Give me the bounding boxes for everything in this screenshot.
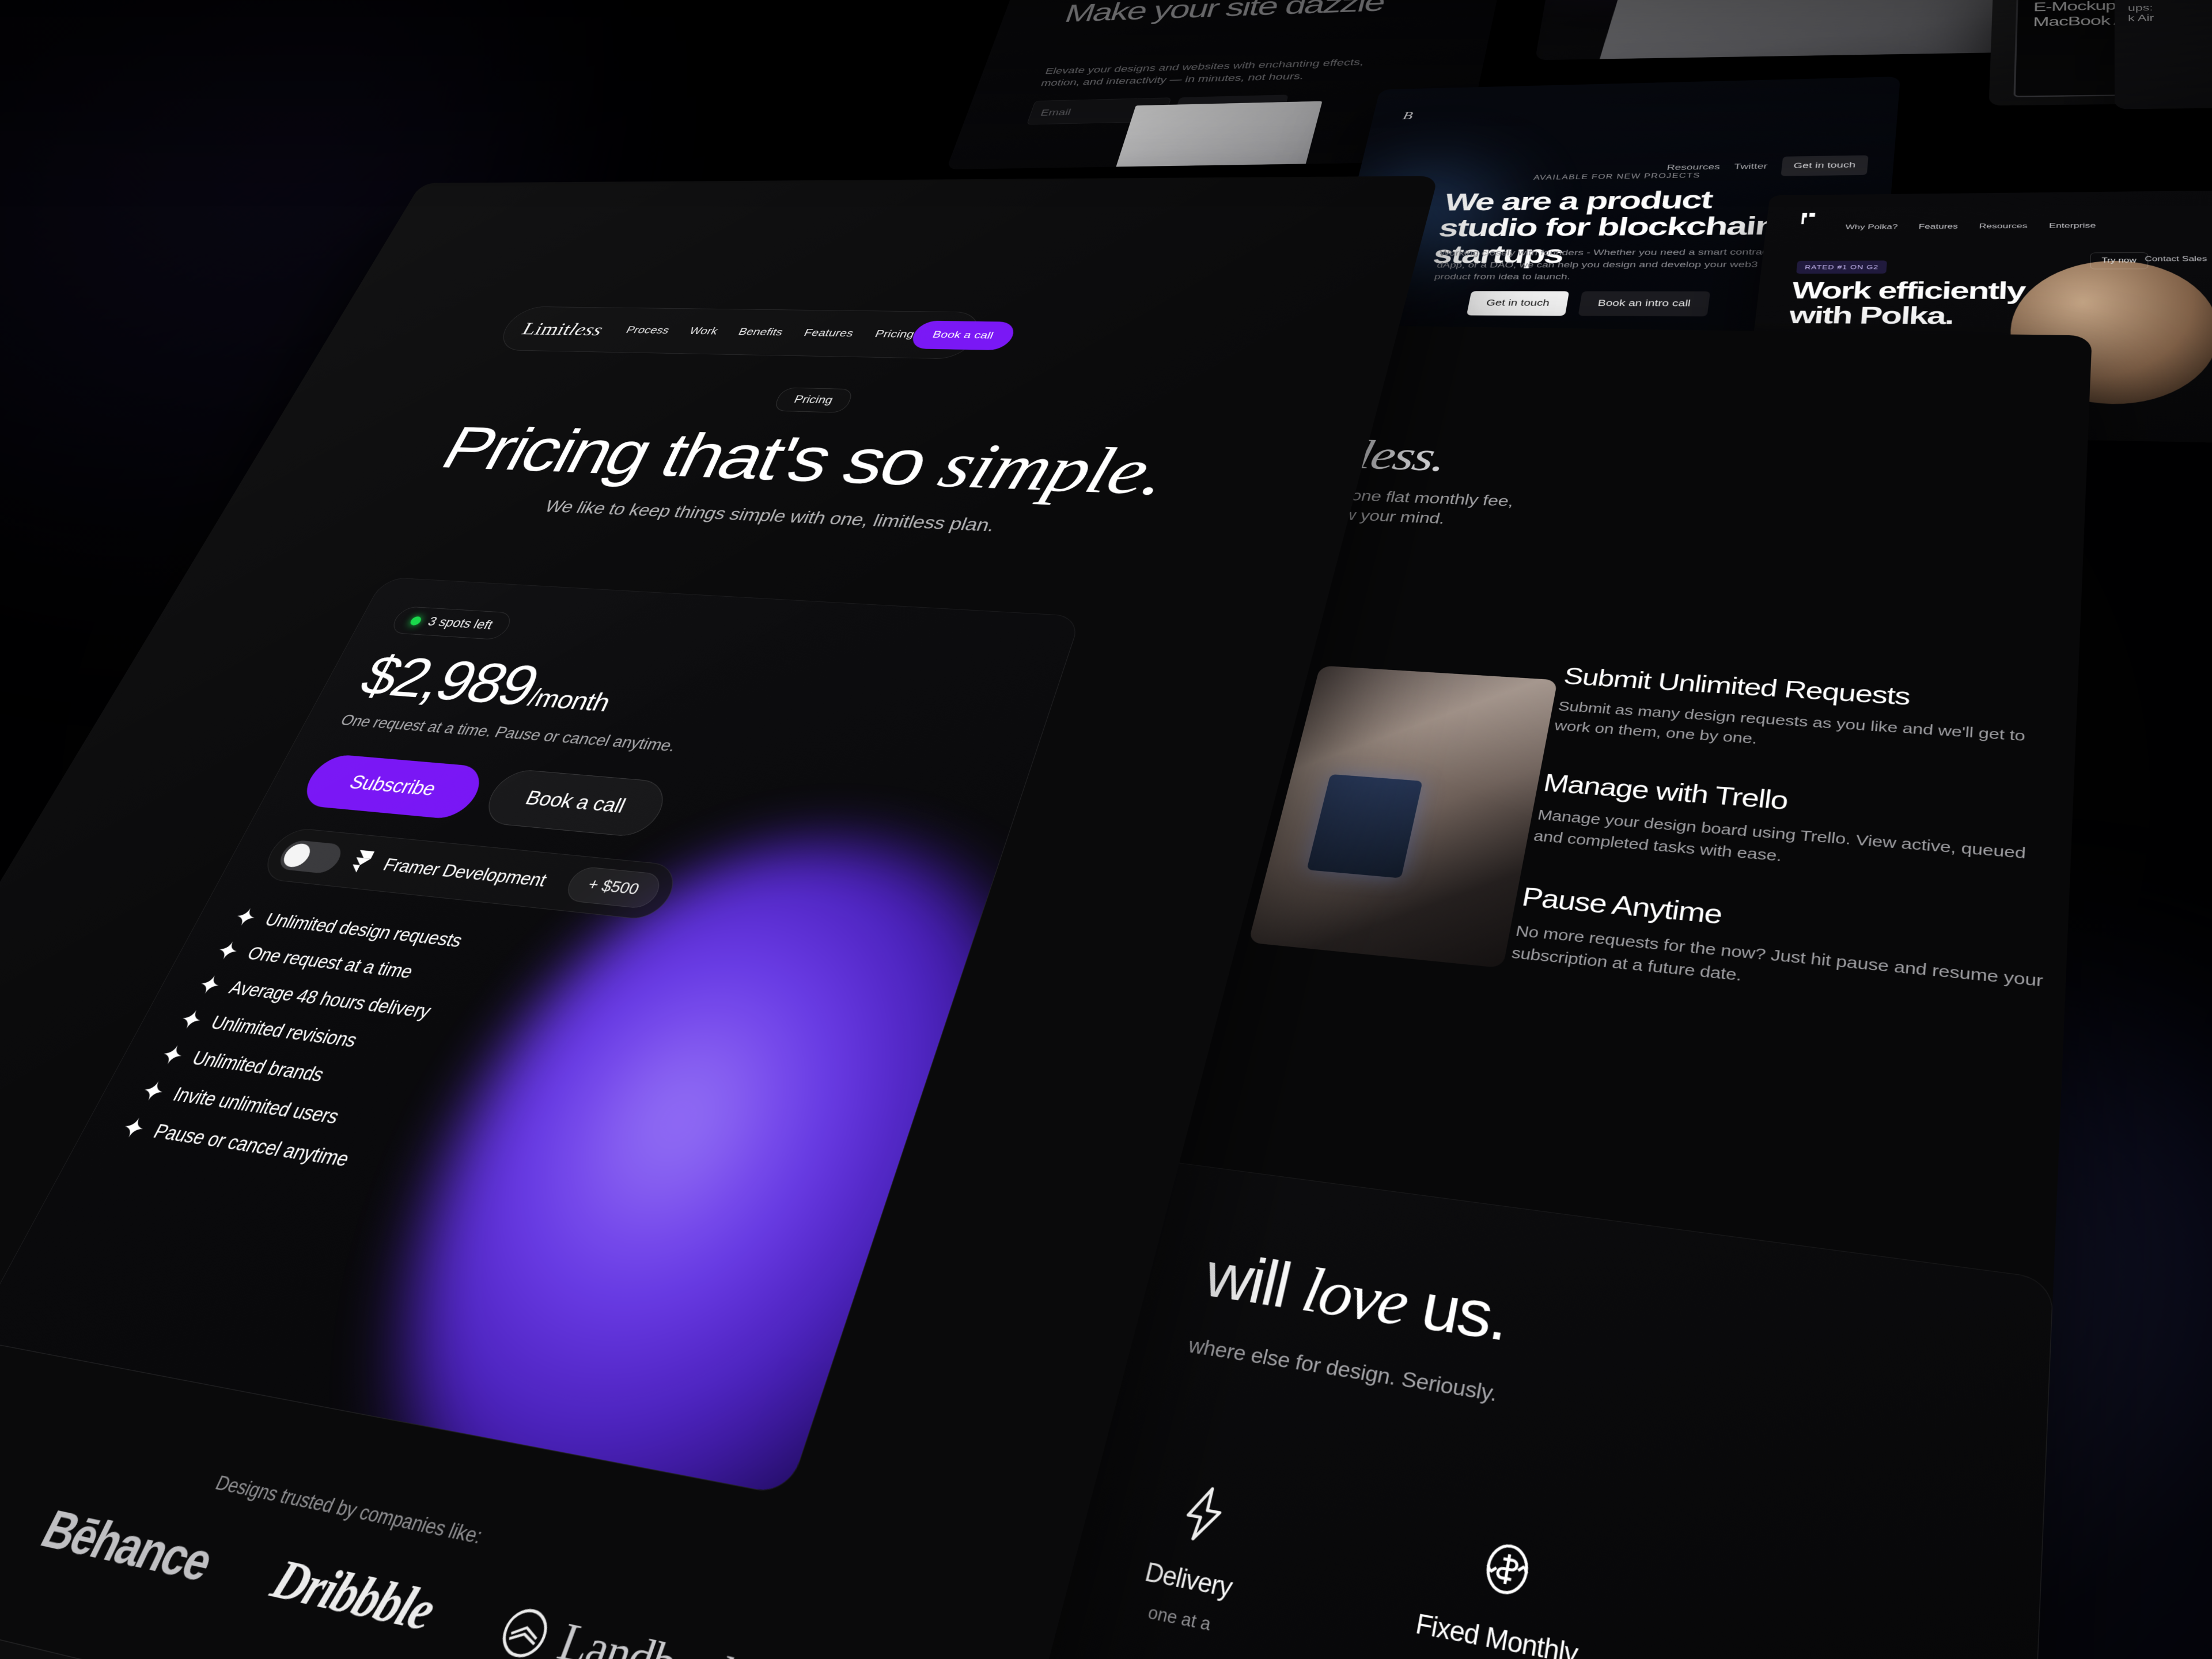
polka-contact-sales-link[interactable]: Contact Sales bbox=[2145, 256, 2207, 263]
navbar: Limitless Process Work Benefits Features… bbox=[494, 306, 1018, 359]
bolt-icon bbox=[1167, 1478, 1241, 1551]
blockchain-secondary-button[interactable]: Book an intro call bbox=[1578, 291, 1711, 317]
thumbnail-mockup-card: ups: k Air bbox=[2114, 0, 2212, 109]
blockchain-nav-resources[interactable]: Resources bbox=[1666, 163, 1721, 173]
toggle-knob bbox=[279, 842, 315, 868]
panel-cta-card: will love us. where else for design. Ser… bbox=[1010, 1141, 2054, 1659]
panel-cta-feature-delivery: Delivery one at a bbox=[1069, 1465, 1319, 1653]
mockup-card-title: ups: k Air bbox=[2127, 2, 2154, 24]
subscribe-button[interactable]: Subscribe bbox=[296, 753, 490, 821]
blockchain-buttons: Get in touch Book an intro call bbox=[1466, 291, 1711, 317]
sparkle-icon bbox=[120, 1116, 149, 1139]
brand-logo[interactable]: Limitless bbox=[518, 319, 607, 339]
benefit-item: Submit Unlimited Requests Submit as many… bbox=[1553, 662, 2065, 770]
blockchain-nav-twitter[interactable]: Twitter bbox=[1733, 162, 1768, 171]
spots-left-label: 3 spots left bbox=[425, 615, 496, 632]
sparkle-icon bbox=[196, 974, 224, 995]
polka-heading: Work efficiently with Polka. bbox=[1787, 277, 2025, 330]
dollar-refresh-icon bbox=[1469, 1531, 1545, 1608]
polka-nav-why[interactable]: Why Polka? bbox=[1845, 223, 1898, 231]
hero-badge: Pricing bbox=[772, 387, 855, 413]
panel-cta-feature-fixed-monthly: Fixed Monthly bbox=[1370, 1517, 1630, 1659]
polka-nav-features[interactable]: Features bbox=[1918, 222, 1958, 230]
feature-label: Invite unlimited users bbox=[169, 1083, 343, 1128]
benefits-list: Submit Unlimited Requests Submit as many… bbox=[1510, 662, 2065, 1018]
blockchain-body: Working closely with founders - Whether … bbox=[1433, 247, 1785, 282]
logo-landbook: Landbook bbox=[492, 1598, 753, 1659]
pricing-card-content: 3 spots left $2,989 /month One request a… bbox=[63, 577, 1081, 1293]
blockchain-nav-cta[interactable]: Get in touch bbox=[1780, 155, 1869, 176]
sparkle-icon bbox=[139, 1080, 168, 1102]
addon-row: Framer Development + $500 bbox=[257, 827, 683, 922]
nav-item-features[interactable]: Features bbox=[802, 327, 855, 339]
pricing-card: 3 spots left $2,989 /month One request a… bbox=[0, 577, 1082, 1497]
feature-label: Pause or cancel anytime bbox=[150, 1119, 354, 1171]
faq-question: Why wouldn't I just hire a full-time des… bbox=[0, 1622, 145, 1659]
dazzle-email-placeholder: Email bbox=[1039, 107, 1073, 118]
polka-nav-enterprise[interactable]: Enterprise bbox=[2049, 222, 2096, 230]
nav-item-benefits[interactable]: Benefits bbox=[736, 326, 785, 338]
feature-label: Unlimited brands bbox=[188, 1047, 328, 1086]
benefit-item: Pause Anytime No more requests for the n… bbox=[1510, 882, 2054, 1018]
addon-label: Framer Development bbox=[380, 854, 550, 890]
perspective-scene: Login Make your site dazzle Elevate your… bbox=[0, 0, 2212, 1659]
hero-section: Pricing Pricing that's so simple. We lik… bbox=[338, 378, 1282, 550]
blockchain-primary-button[interactable]: Get in touch bbox=[1466, 291, 1570, 316]
landbook-mark-icon bbox=[494, 1603, 556, 1659]
status-dot-icon bbox=[408, 616, 423, 626]
feature-label: Average 48 hours delivery bbox=[225, 976, 435, 1022]
dazzle-gradient-swatch bbox=[1115, 101, 1323, 170]
nav-item-process[interactable]: Process bbox=[624, 324, 672, 336]
dazzle-heading: Make your site dazzle bbox=[1061, 0, 1388, 28]
panel-cta-features: Delivery one at a Fixed Monthly bbox=[1069, 1465, 1906, 1659]
blockchain-availability-badge: AVAILABLE FOR NEW PROJECTS bbox=[1533, 172, 1701, 181]
polka-logo-icon bbox=[1801, 213, 1816, 225]
dazzle-body: Elevate your designs and websites with e… bbox=[1039, 56, 1365, 88]
price-period: /month bbox=[523, 684, 615, 717]
status-badge: 3 spots left bbox=[388, 606, 515, 641]
sparkle-icon bbox=[232, 907, 259, 927]
nav-item-work[interactable]: Work bbox=[687, 325, 720, 337]
addon-price-badge: + $500 bbox=[562, 865, 665, 910]
feature-label: One request at a time bbox=[244, 942, 417, 982]
book-a-call-button[interactable]: Book a call bbox=[478, 768, 672, 839]
blockchain-logo: B bbox=[1402, 109, 1415, 122]
logo-behance: Bēhance bbox=[32, 1499, 222, 1592]
polka-rating-badge: RATED #1 ON G2 bbox=[1796, 260, 1888, 274]
logo-dribbble: Dribbble bbox=[263, 1547, 444, 1643]
nav-links: Process Work Benefits Features Pricing bbox=[624, 324, 916, 340]
features-list: Unlimited design requests One request at… bbox=[119, 906, 914, 1244]
nav-item-pricing[interactable]: Pricing bbox=[873, 328, 916, 340]
nav-book-a-call-button[interactable]: Book a call bbox=[908, 320, 1018, 351]
benefit-item: Manage with Trello Manage your design bo… bbox=[1532, 769, 2059, 891]
feature-label: Unlimited design requests bbox=[262, 909, 466, 951]
framer-development-toggle[interactable] bbox=[275, 839, 347, 874]
sparkle-icon bbox=[214, 940, 242, 961]
polka-nav[interactable]: Why Polka? Features Resources Enterprise bbox=[1845, 222, 2096, 232]
logo-landbook-text: Landbook bbox=[550, 1611, 753, 1659]
framer-icon bbox=[349, 850, 375, 872]
sparkle-icon bbox=[158, 1044, 187, 1066]
panel-cta-heading: will love us. bbox=[1198, 1240, 1514, 1355]
feature-label: Unlimited revisions bbox=[207, 1012, 361, 1051]
polka-try-now-button[interactable]: Try now bbox=[2089, 252, 2149, 270]
panel-cta-feature-title: Fixed Monthly bbox=[1413, 1609, 1580, 1659]
sparkle-icon bbox=[177, 1009, 206, 1030]
price-amount: $2,989 bbox=[350, 645, 548, 718]
polka-nav-resources[interactable]: Resources bbox=[1979, 222, 2027, 230]
